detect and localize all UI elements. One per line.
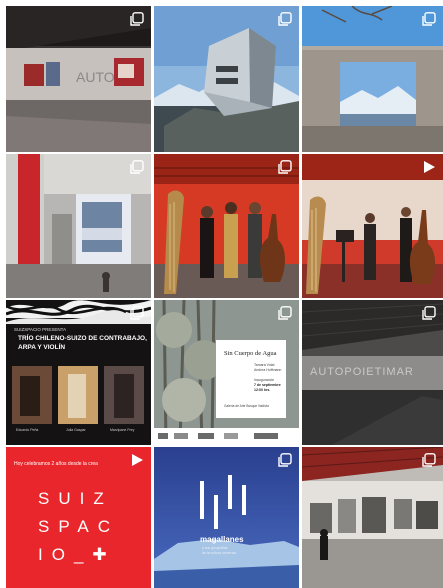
logo-line-1: SUIZ (38, 489, 113, 508)
brand-name: magallanes (200, 535, 244, 544)
post-tile-mountain-hut[interactable] (154, 6, 299, 152)
multi-image-icon (422, 306, 436, 320)
multi-image-icon (422, 453, 436, 467)
multi-image-icon (278, 306, 292, 320)
poster-line-5: 12:00 hrs. (254, 388, 271, 392)
poster-caption-1: Eduardo Peña (16, 428, 39, 432)
logo-line-2: SPAC (38, 517, 120, 536)
poster-caption-2: Julia Gaspar (66, 428, 86, 432)
post-tile-magallanes[interactable]: magallanes y sus geografías de la cultur… (154, 447, 299, 588)
poster-line-4: 7 de septiembre (254, 383, 281, 387)
post-tile-gallery-hall[interactable]: AUTO (6, 6, 151, 152)
multi-image-icon (278, 160, 292, 174)
photo-gallery-image (302, 447, 443, 588)
trio-poster-background (6, 300, 151, 445)
post-tile-trio-poster[interactable]: SUIZSPACIO PRESENTA TRÍO CHILENO-SUIZO D… (6, 300, 151, 445)
anniversary-tagline: Hoy celebramos 2 años desde la crea (14, 461, 98, 467)
gallery-hall-image: AUTO (6, 6, 151, 152)
multi-image-icon (278, 12, 292, 26)
atrium-image (6, 154, 151, 298)
poster-title: Sin Cuerpo de Agua (224, 350, 277, 357)
forest-poster-background (154, 300, 299, 445)
poster-line-6: Galería de Arte Bosque Valdivia (224, 404, 269, 408)
brand-subtitle-2: de la cultura universal (202, 551, 237, 555)
post-tile-atrium[interactable] (6, 154, 151, 298)
post-tile-photo-gallery[interactable] (302, 447, 443, 588)
iceberg-image (154, 447, 299, 588)
play-icon (422, 160, 436, 174)
post-tile-stone-window[interactable] (302, 6, 443, 152)
poster-line-1: Tamara Vidal (254, 363, 275, 367)
gallery-wall-text: AUTOPOIETIMAR (310, 366, 414, 378)
post-tile-sin-cuerpo-de-agua[interactable]: Sin Cuerpo de Agua Tamara Vidal Andrea H… (154, 300, 299, 445)
multi-image-icon (130, 12, 144, 26)
post-tile-suizspacio-video[interactable]: Hoy celebramos 2 años desde la crea SUIZ… (6, 447, 151, 588)
poster-line-2: Andrea Hoffmann (254, 368, 282, 372)
poster-line-3: Inauguración (254, 378, 275, 382)
music-performance-image (302, 154, 443, 298)
multi-image-icon (422, 12, 436, 26)
brand-subtitle: y sus geografías (202, 546, 228, 550)
logo-line-3: IO_✚ (38, 545, 116, 564)
mountain-hut-image (154, 6, 299, 152)
poster-title-line1: TRÍO CHILENO-SUIZO DE CONTRABAJO, (18, 335, 147, 342)
play-icon (130, 453, 144, 467)
multi-image-icon (130, 160, 144, 174)
post-grid: AUTO SUIZSPACIO PRESENTA TRÍO CHILENO-SU… (0, 0, 443, 588)
poster-title-line2: ARPA Y VIOLÍN (18, 344, 66, 351)
post-tile-music-video[interactable] (302, 154, 443, 298)
multi-image-icon (278, 453, 292, 467)
gallery-wall-text: AUTO (76, 69, 115, 85)
harp-trio-image (154, 154, 299, 298)
post-tile-autopoietimar[interactable]: AUTOPOIETIMAR (302, 300, 443, 445)
poster-caption-3: Marzipane Frey (110, 428, 135, 432)
poster-presenter: SUIZSPACIO PRESENTA (14, 327, 67, 332)
stone-window-image (302, 6, 443, 152)
post-tile-harp-trio[interactable] (154, 154, 299, 298)
multi-image-icon (130, 306, 144, 320)
